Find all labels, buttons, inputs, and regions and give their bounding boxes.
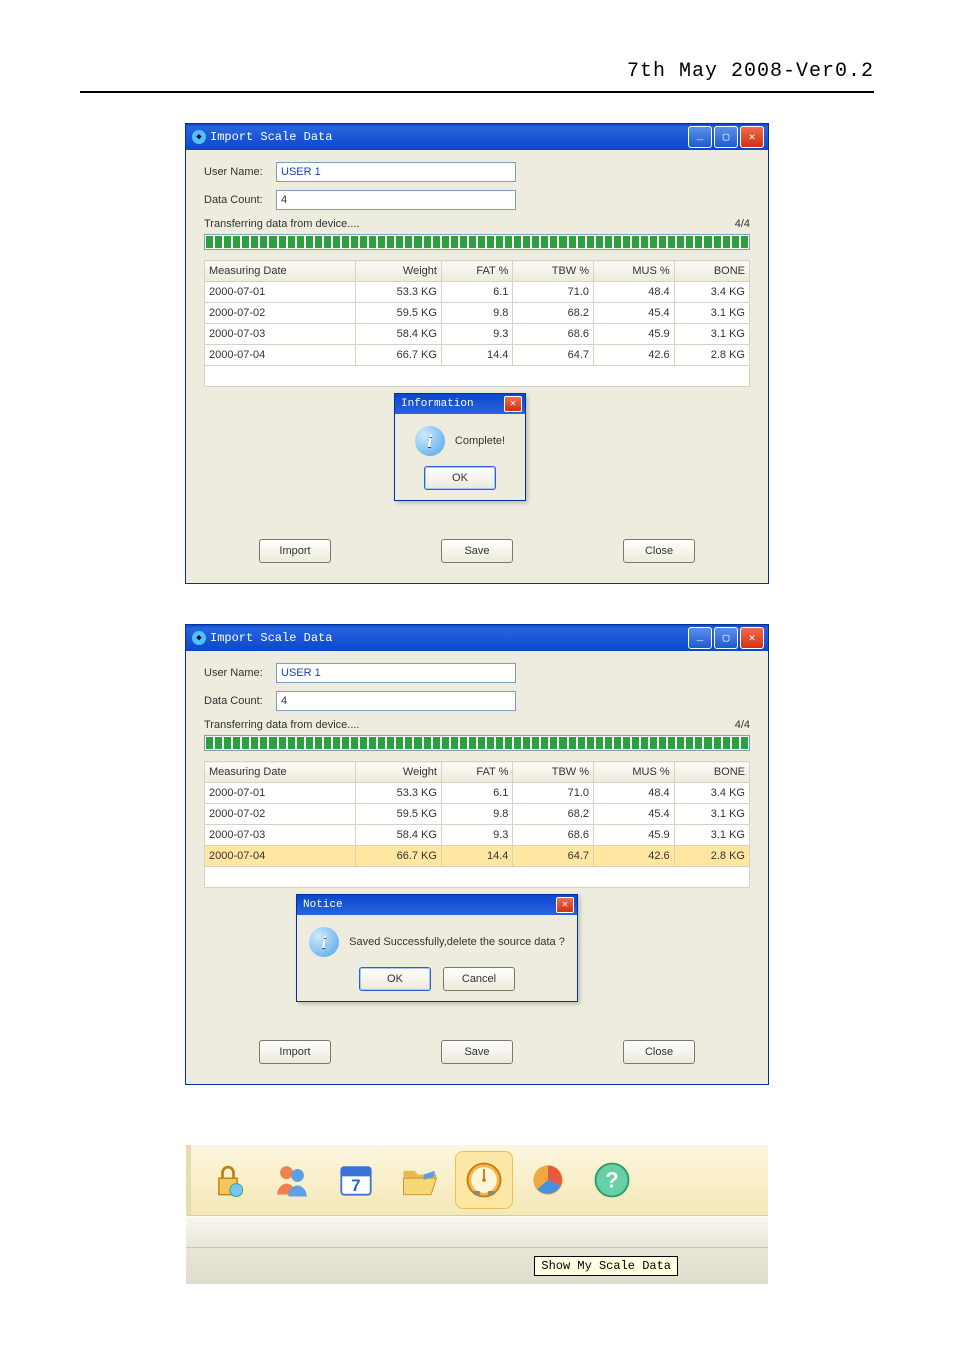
minimize-button[interactable]: _ — [688, 126, 712, 148]
svg-text:?: ? — [605, 1167, 618, 1192]
dialog-title: Notice — [303, 899, 343, 911]
window-close-button[interactable]: Close — [623, 1040, 695, 1064]
chart-icon[interactable] — [519, 1151, 577, 1209]
table-row[interactable]: 2000-07-01 53.3 KG 6.1 71.0 48.4 3.4 KG — [205, 282, 750, 303]
col-mus[interactable]: MUS % — [594, 261, 675, 282]
help-icon[interactable]: ? — [583, 1151, 641, 1209]
close-button[interactable]: ✕ — [740, 126, 764, 148]
save-button[interactable]: Save — [441, 1040, 513, 1064]
table-row-selected[interactable]: 2000-07-04 66.7 KG 14.4 64.7 42.6 2.8 KG — [205, 846, 750, 867]
col-tbw[interactable]: TBW % — [513, 261, 594, 282]
data-count-label: Data Count: — [204, 695, 276, 707]
save-button[interactable]: Save — [441, 539, 513, 563]
user-name-label: User Name: — [204, 667, 276, 679]
toolbar-divider — [186, 1216, 768, 1248]
table-row[interactable]: 2000-07-04 66.7 KG 14.4 64.7 42.6 2.8 KG — [205, 345, 750, 366]
dialog-message: Saved Successfully,delete the source dat… — [349, 936, 565, 948]
user-name-label: User Name: — [204, 166, 276, 178]
info-icon: i — [309, 927, 339, 957]
data-grid[interactable]: Measuring Date Weight FAT % TBW % MUS % … — [204, 761, 750, 888]
page-header-version: 7th May 2008-Ver0.2 — [627, 60, 874, 83]
data-grid[interactable]: Measuring Date Weight FAT % TBW % MUS % … — [204, 260, 750, 387]
table-row[interactable]: 2000-07-02 59.5 KG 9.8 68.2 45.4 3.1 KG — [205, 804, 750, 825]
dialog-close-icon[interactable]: ✕ — [556, 897, 574, 913]
col-fat[interactable]: FAT % — [441, 762, 512, 783]
users-icon[interactable] — [263, 1151, 321, 1209]
col-bone[interactable]: BONE — [674, 762, 749, 783]
dialog-ok-button[interactable]: OK — [424, 466, 496, 490]
scale-data-icon[interactable] — [455, 1151, 513, 1209]
calendar-icon[interactable]: 7 — [327, 1151, 385, 1209]
progress-bar — [204, 735, 750, 751]
notice-dialog: Notice ✕ i Saved Successfully,delete the… — [296, 894, 578, 1002]
col-date[interactable]: Measuring Date — [205, 762, 356, 783]
table-row[interactable]: 2000-07-03 58.4 KG 9.3 68.6 45.9 3.1 KG — [205, 825, 750, 846]
window-title: Import Scale Data — [210, 631, 332, 645]
data-count-label: Data Count: — [204, 194, 276, 206]
lock-icon[interactable] — [199, 1151, 257, 1209]
information-dialog: Information ✕ i Complete! OK — [394, 393, 526, 501]
app-icon: ◆ — [192, 130, 206, 144]
progress-bar — [204, 234, 750, 250]
maximize-button[interactable]: ▢ — [714, 126, 738, 148]
window-close-button[interactable]: Close — [623, 539, 695, 563]
user-name-input[interactable]: USER 1 — [276, 663, 516, 683]
svg-text:7: 7 — [351, 1177, 360, 1195]
minimize-button[interactable]: _ — [688, 627, 712, 649]
window-titlebar[interactable]: ◆ Import Scale Data _ ▢ ✕ — [186, 124, 768, 150]
col-date[interactable]: Measuring Date — [205, 261, 356, 282]
app-icon: ◆ — [192, 631, 206, 645]
grid-header-row: Measuring Date Weight FAT % TBW % MUS % … — [205, 261, 750, 282]
col-weight[interactable]: Weight — [355, 261, 441, 282]
folder-open-icon[interactable] — [391, 1151, 449, 1209]
data-count-input[interactable]: 4 — [276, 691, 516, 711]
transfer-status: Transferring data from device.... — [204, 218, 360, 230]
col-weight[interactable]: Weight — [355, 762, 441, 783]
import-button[interactable]: Import — [259, 1040, 331, 1064]
col-mus[interactable]: MUS % — [594, 762, 675, 783]
dialog-message: Complete! — [455, 435, 505, 447]
dialog-ok-button[interactable]: OK — [359, 967, 431, 991]
import-scale-window-2: ◆ Import Scale Data _ ▢ ✕ User Name: USE… — [185, 624, 769, 1085]
dialog-title: Information — [401, 398, 474, 410]
toolbar-tooltip: Show My Scale Data — [534, 1256, 678, 1276]
import-scale-window-1: ◆ Import Scale Data _ ▢ ✕ User Name: USE… — [185, 123, 769, 584]
dialog-cancel-button[interactable]: Cancel — [443, 967, 515, 991]
transfer-status: Transferring data from device.... — [204, 719, 360, 731]
transfer-progress-text: 4/4 — [735, 719, 750, 731]
info-icon: i — [415, 426, 445, 456]
dialog-close-icon[interactable]: ✕ — [504, 396, 522, 412]
user-name-input[interactable]: USER 1 — [276, 162, 516, 182]
table-row[interactable]: 2000-07-02 59.5 KG 9.8 68.2 45.4 3.1 KG — [205, 303, 750, 324]
data-count-input[interactable]: 4 — [276, 190, 516, 210]
table-row[interactable]: 2000-07-03 58.4 KG 9.3 68.6 45.9 3.1 KG — [205, 324, 750, 345]
maximize-button[interactable]: ▢ — [714, 627, 738, 649]
col-fat[interactable]: FAT % — [441, 261, 512, 282]
window-title: Import Scale Data — [210, 130, 332, 144]
col-bone[interactable]: BONE — [674, 261, 749, 282]
col-tbw[interactable]: TBW % — [513, 762, 594, 783]
toolbar-panel: 7 ? Show My Scale Data — [186, 1145, 768, 1284]
transfer-progress-text: 4/4 — [735, 218, 750, 230]
grid-header-row: Measuring Date Weight FAT % TBW % MUS % … — [205, 762, 750, 783]
window-titlebar[interactable]: ◆ Import Scale Data _ ▢ ✕ — [186, 625, 768, 651]
close-button[interactable]: ✕ — [740, 627, 764, 649]
import-button[interactable]: Import — [259, 539, 331, 563]
table-row[interactable]: 2000-07-01 53.3 KG 6.1 71.0 48.4 3.4 KG — [205, 783, 750, 804]
